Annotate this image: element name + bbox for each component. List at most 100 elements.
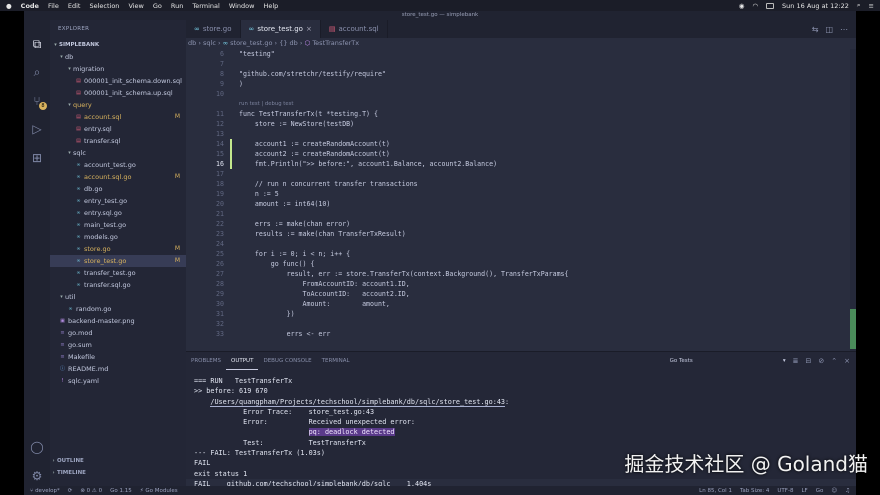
tree-file[interactable]: ▤ entry.sql	[50, 123, 186, 135]
breadcrumb-item[interactable]: store_test.go	[230, 39, 272, 47]
file-link[interactable]: /Users/quangpham/Projects/techschool/sim…	[210, 397, 506, 407]
tree-file[interactable]: ∞ entry.sql.go	[50, 207, 186, 219]
project-root[interactable]: ▾ SIMPLEBANK	[50, 39, 186, 51]
tree-label: store_test.go	[84, 257, 127, 265]
tree-file[interactable]: ∞ transfer_test.go	[50, 267, 186, 279]
tree-file[interactable]: ▣ backend-master.png	[50, 315, 186, 327]
control-center-icon[interactable]: ≡	[869, 2, 874, 10]
tree-file[interactable]: ∞ main_test.go	[50, 219, 186, 231]
lock-icon[interactable]: ⊟	[806, 357, 812, 365]
tree-label: sqlc	[73, 149, 86, 157]
tree-file[interactable]: ∞ account.sql.go M	[50, 171, 186, 183]
wifi-icon[interactable]: ◠	[752, 2, 758, 10]
tree-folder[interactable]: ▾ util	[50, 291, 186, 303]
tree-file[interactable]: ≡ go.sum	[50, 339, 186, 351]
tree-file[interactable]: ∞ entry_test.go	[50, 195, 186, 207]
breadcrumb-item[interactable]: {} db	[279, 39, 298, 47]
menu-selection[interactable]: Selection	[89, 2, 119, 10]
menu-app-name[interactable]: Code	[21, 2, 39, 10]
tab-store-go[interactable]: ∞ store.go	[186, 20, 241, 38]
tree-folder[interactable]: ▾ migration	[50, 63, 186, 75]
search-icon[interactable]: ⌕	[29, 64, 45, 80]
modules-label: Go Modules	[145, 487, 178, 494]
feedback-icon[interactable]: ☺	[831, 488, 837, 494]
tab-output[interactable]: OUTPUT	[226, 352, 259, 370]
breadcrumb-item[interactable]: sqlc	[203, 39, 216, 47]
tree-file[interactable]: ∞ models.go	[50, 231, 186, 243]
menu-go[interactable]: Go	[153, 2, 162, 10]
tree-file[interactable]: ▤ 000001_init_schema.up.sql	[50, 87, 186, 99]
eol[interactable]: LF	[801, 488, 807, 494]
tree-file[interactable]: ▤ transfer.sql	[50, 135, 186, 147]
battery-icon[interactable]	[766, 2, 775, 9]
tree-file[interactable]: ! sqlc.yaml	[50, 375, 186, 387]
output-channel-select[interactable]: Go Tests ▾	[670, 356, 786, 367]
language-mode[interactable]: Go	[816, 488, 824, 494]
tab-problems[interactable]: PROBLEMS	[186, 352, 226, 370]
account-icon[interactable]: ◯	[29, 439, 45, 455]
breadcrumb-item[interactable]: TestTransferTx	[312, 39, 359, 47]
cursor-position[interactable]: Ln 85, Col 1	[699, 488, 732, 494]
breadcrumb-item[interactable]: db	[188, 39, 196, 47]
tree-file[interactable]: ∞ db.go	[50, 183, 186, 195]
more-actions-icon[interactable]: ⋯	[840, 25, 848, 34]
tree-file[interactable]: ▤ 000001_init_schema.down.sql	[50, 75, 186, 87]
spotlight-icon[interactable]: ⌕	[857, 1, 861, 10]
tree-file[interactable]: ≡ Makefile	[50, 351, 186, 363]
tree-folder[interactable]: ▾ sqlc	[50, 147, 186, 159]
record-icon[interactable]: ◉	[739, 2, 745, 10]
tree-file[interactable]: ∞ store.go M	[50, 243, 186, 255]
tree-label: entry.sql.go	[84, 209, 122, 217]
split-editor-icon[interactable]: ◫	[825, 25, 833, 34]
menu-edit[interactable]: Edit	[68, 2, 81, 10]
close-icon[interactable]: ×	[844, 357, 850, 365]
encoding[interactable]: UTF-8	[777, 488, 793, 494]
tree-file[interactable]: ≡ go.mod	[50, 327, 186, 339]
close-icon[interactable]: ×	[306, 20, 312, 38]
tree-file[interactable]: ∞ account_test.go	[50, 159, 186, 171]
bell-icon[interactable]: ♫	[845, 488, 850, 494]
tree-file[interactable]: ∞ random.go	[50, 303, 186, 315]
clear-icon[interactable]: ⊘	[818, 357, 824, 365]
menu-terminal[interactable]: Terminal	[192, 2, 219, 10]
tree-label: transfer.sql.go	[84, 281, 131, 289]
go-version[interactable]: Go 1.15	[110, 488, 132, 494]
scrollbar-thumb[interactable]	[850, 309, 856, 349]
run-debug-icon[interactable]: ▷	[29, 121, 45, 137]
apple-icon[interactable]: ●	[6, 2, 12, 10]
outline-header[interactable]: › OUTLINE	[50, 455, 186, 467]
tree-file[interactable]: ▤ account.sql M	[50, 111, 186, 123]
files-icon[interactable]: ⧉	[29, 36, 45, 52]
code-lens[interactable]: run test | debug test	[186, 99, 856, 109]
go-modules[interactable]: ⚡ Go Modules	[140, 488, 178, 494]
compare-icon[interactable]: ⇆	[812, 25, 819, 34]
tab-size[interactable]: Tab Size: 4	[740, 488, 769, 494]
timeline-header[interactable]: › TIMELINE	[50, 467, 186, 479]
menu-help[interactable]: Help	[263, 2, 278, 10]
sync-icon[interactable]: ⟳	[68, 488, 73, 494]
source-control-icon[interactable]: ⑂ 8	[29, 93, 47, 110]
clock[interactable]: Sun 16 Aug at 12:22	[782, 2, 849, 10]
menu-view[interactable]: View	[128, 2, 143, 10]
tab-terminal[interactable]: TERMINAL	[317, 352, 355, 370]
maximize-icon[interactable]: ⌃	[831, 357, 837, 365]
settings-icon[interactable]: ⚙	[29, 468, 45, 484]
problems-indicator[interactable]: ⊗ 0 ⚠ 0	[80, 488, 102, 494]
menu-run[interactable]: Run	[171, 2, 183, 10]
branch-indicator[interactable]: ⑂ develop*	[30, 488, 60, 494]
tree-file[interactable]: ∞ store_test.go M	[50, 255, 186, 267]
editor-actions: ⇆ ◫ ⋯	[812, 20, 856, 38]
tree-folder[interactable]: ▾ query	[50, 99, 186, 111]
code-view[interactable]: 6 "testing" 7 8 "github.com/stretchr/testify…	[186, 49, 856, 351]
menu-file[interactable]: File	[48, 2, 59, 10]
tree-folder[interactable]: ▾ db	[50, 51, 186, 63]
tree-file[interactable]: ∞ transfer.sql.go	[50, 279, 186, 291]
tab-store-test-go[interactable]: ∞ store_test.go ×	[240, 20, 321, 38]
tree-file[interactable]: ⓘ README.md	[50, 363, 186, 375]
list-icon[interactable]: ≣	[793, 357, 799, 365]
tab-account-sql[interactable]: ▤ account.sql	[321, 20, 388, 38]
tab-debug-console[interactable]: DEBUG CONSOLE	[258, 352, 316, 370]
menu-window[interactable]: Window	[229, 2, 255, 10]
scrollbar[interactable]	[850, 49, 856, 351]
extensions-icon[interactable]: ⊞	[29, 150, 45, 166]
